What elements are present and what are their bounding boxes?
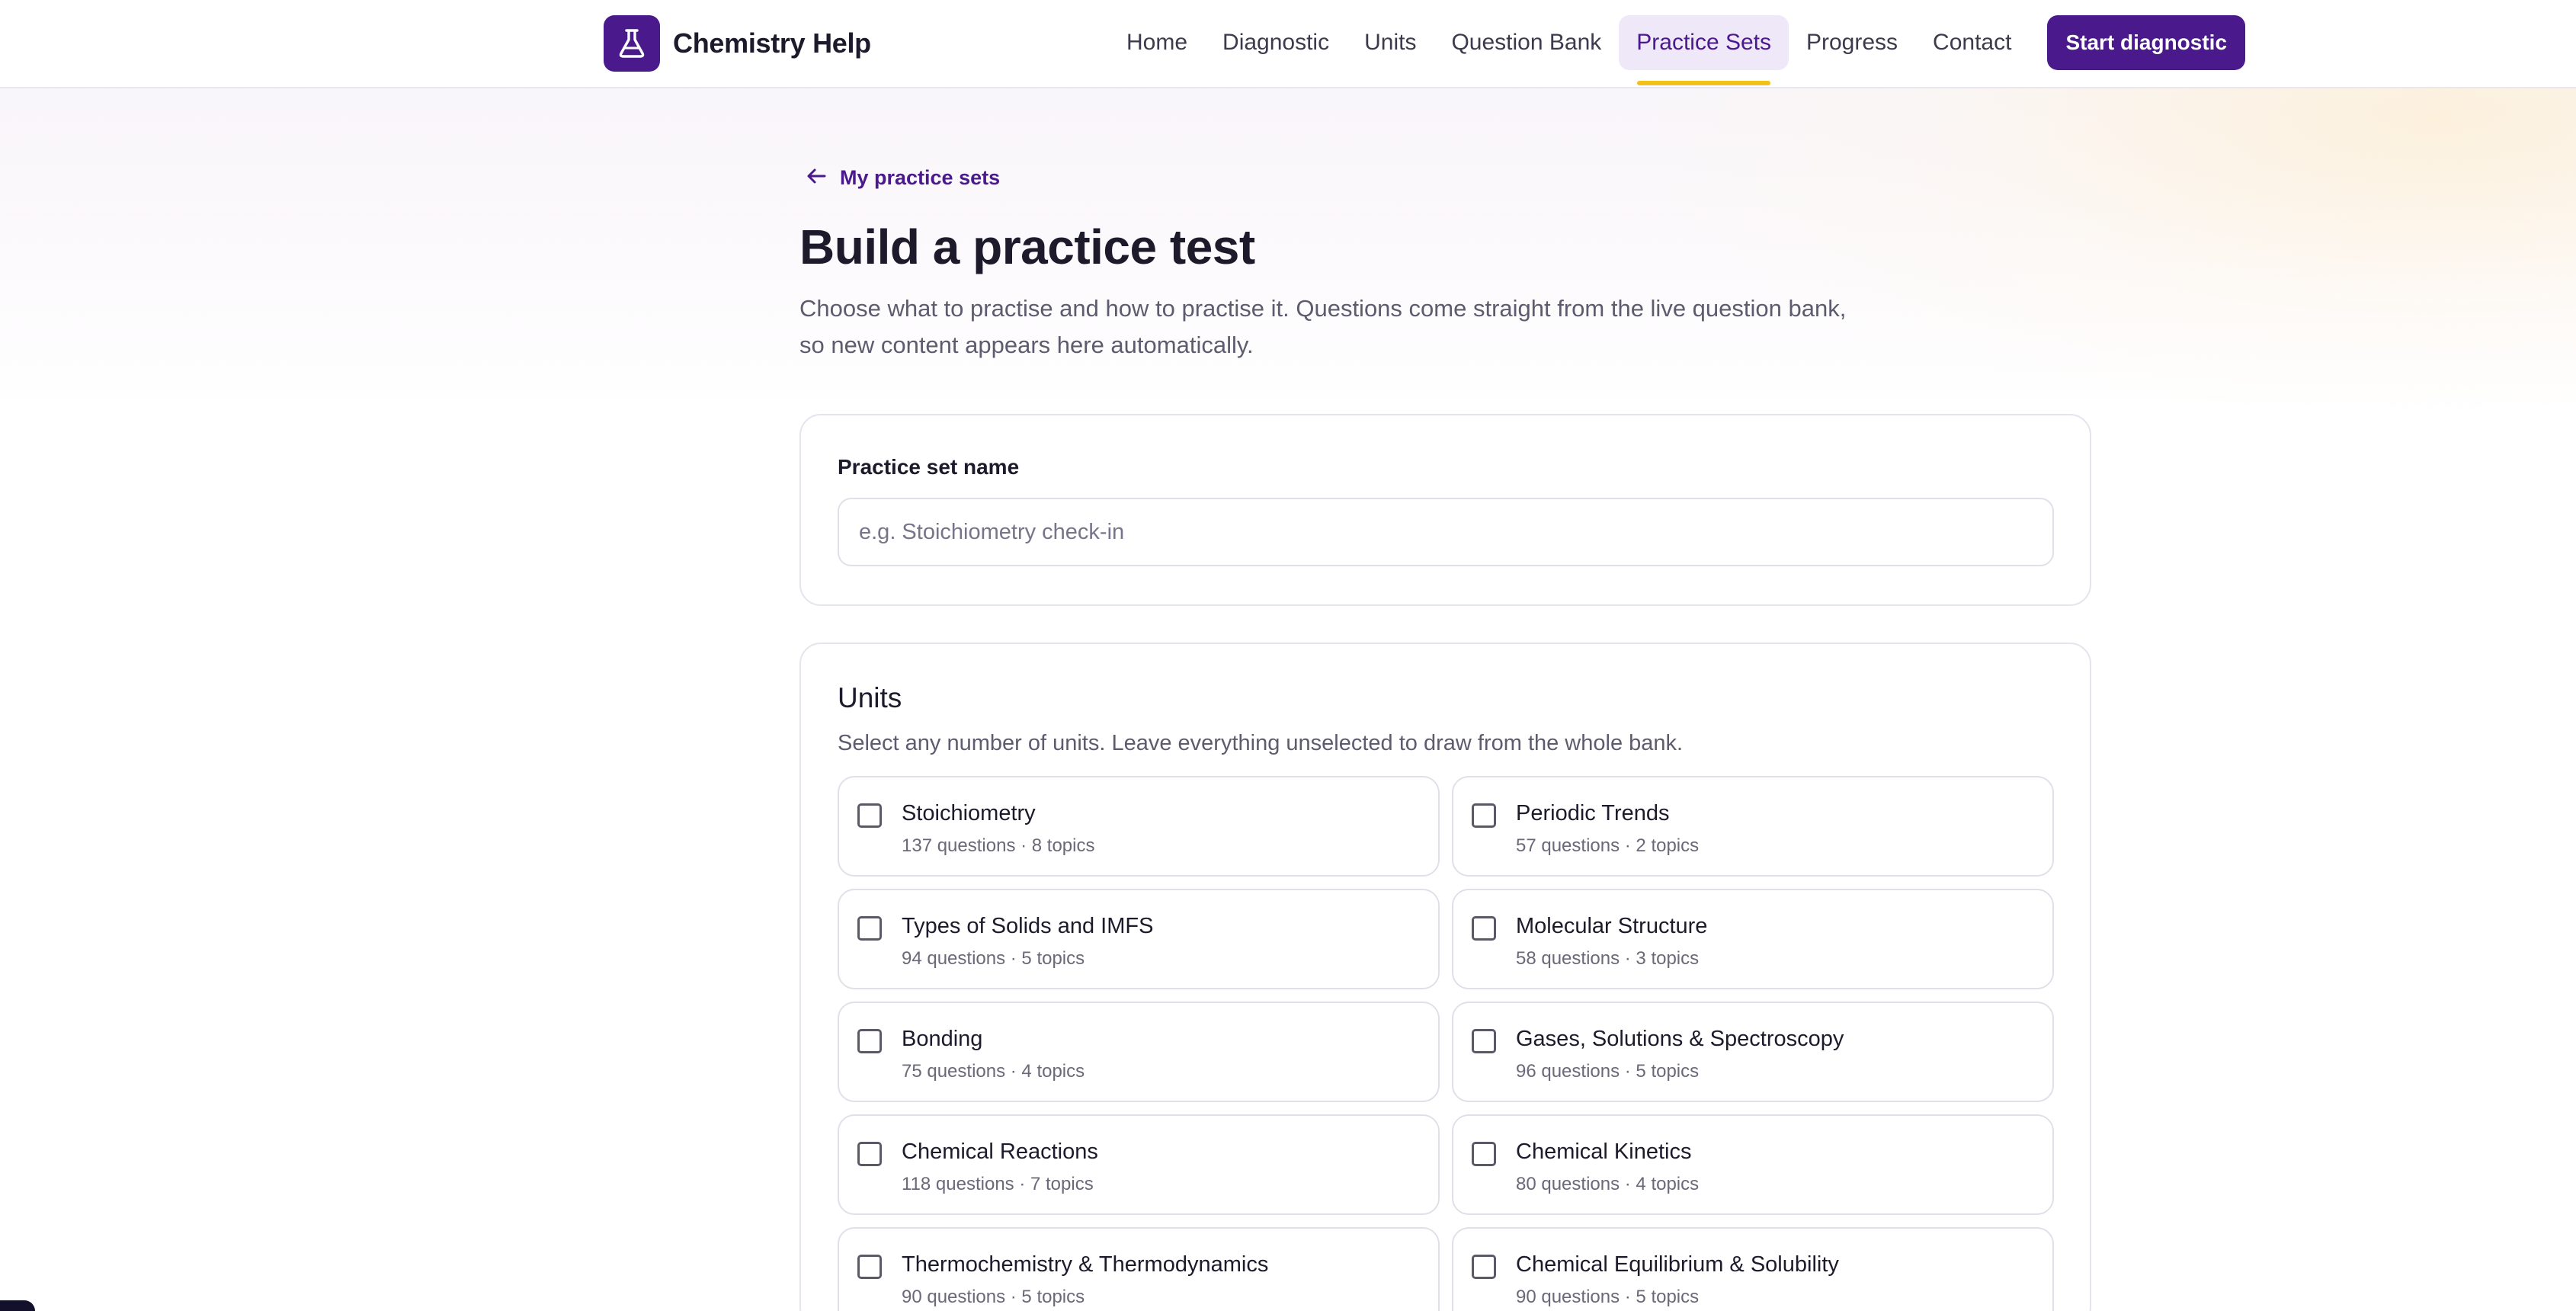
- practice-set-name-label: Practice set name: [838, 455, 1020, 479]
- unit-meta: 58 questions · 3 topics: [1516, 948, 1700, 969]
- unit-name: Periodic Trends: [1516, 801, 1670, 825]
- nav-home[interactable]: Home: [1109, 15, 1205, 70]
- unit-name: Gases, Solutions & Spectroscopy: [1516, 1027, 1844, 1051]
- arrow-left-icon: [806, 166, 840, 190]
- unit-option-types-of-solids[interactable]: Types of Solids and IMFS 94 questions · …: [838, 889, 1440, 989]
- practice-set-name-card: Practice set name: [799, 414, 2091, 606]
- unit-option-chemical-equilibrium[interactable]: Chemical Equilibrium & Solubility 90 que…: [1452, 1227, 2054, 1311]
- nav-progress[interactable]: Progress: [1789, 15, 1915, 70]
- units-subtitle: Select any number of units. Leave everyt…: [838, 731, 1684, 755]
- unit-option-chemical-reactions[interactable]: Chemical Reactions 118 questions · 7 top…: [838, 1114, 1440, 1215]
- unit-checkbox[interactable]: [857, 1029, 882, 1053]
- unit-option-bonding[interactable]: Bonding 75 questions · 4 topics: [838, 1002, 1440, 1102]
- brand-name: Chemistry Help: [673, 27, 871, 59]
- unit-meta: 90 questions · 5 topics: [902, 1287, 1085, 1307]
- unit-grid: Stoichiometry 137 questions · 8 topics P…: [838, 776, 2054, 1311]
- unit-name: Thermochemistry & Thermodynamics: [902, 1252, 1269, 1277]
- unit-name: Chemical Kinetics: [1516, 1140, 1692, 1164]
- unit-name: Types of Solids and IMFS: [902, 914, 1154, 938]
- unit-name: Stoichiometry: [902, 801, 1036, 825]
- unit-meta: 75 questions · 4 topics: [902, 1061, 1085, 1082]
- unit-option-chemical-kinetics[interactable]: Chemical Kinetics 80 questions · 4 topic…: [1452, 1114, 2054, 1215]
- unit-meta: 118 questions · 7 topics: [902, 1174, 1094, 1194]
- unit-checkbox[interactable]: [1472, 1142, 1496, 1166]
- nav-units[interactable]: Units: [1347, 15, 1434, 70]
- nav-practice-sets[interactable]: Practice Sets: [1619, 15, 1789, 85]
- units-title: Units: [838, 682, 902, 713]
- unit-meta: 94 questions · 5 topics: [902, 948, 1085, 969]
- nav-contact[interactable]: Contact: [1915, 15, 2029, 70]
- unit-name: Chemical Equilibrium & Solubility: [1516, 1252, 1839, 1277]
- unit-checkbox[interactable]: [857, 916, 882, 941]
- flask-icon: [604, 15, 660, 72]
- unit-option-periodic-trends[interactable]: Periodic Trends 57 questions · 2 topics: [1452, 776, 2054, 877]
- unit-name: Molecular Structure: [1516, 914, 1708, 938]
- nav-question-bank[interactable]: Question Bank: [1434, 15, 1619, 70]
- unit-checkbox[interactable]: [1472, 1029, 1496, 1053]
- unit-option-molecular-structure[interactable]: Molecular Structure 58 questions · 3 top…: [1452, 889, 2054, 989]
- page-corner-decoration: [0, 1300, 35, 1311]
- unit-option-stoichiometry[interactable]: Stoichiometry 137 questions · 8 topics: [838, 776, 1440, 877]
- unit-meta: 96 questions · 5 topics: [1516, 1061, 1700, 1082]
- back-to-practice-sets-link[interactable]: My practice sets: [806, 156, 2091, 199]
- start-diagnostic-button[interactable]: Start diagnostic: [2047, 15, 2246, 70]
- units-card: Units Select any number of units. Leave …: [799, 643, 2091, 1311]
- unit-checkbox[interactable]: [1472, 803, 1496, 828]
- unit-checkbox[interactable]: [1472, 916, 1496, 941]
- unit-checkbox[interactable]: [857, 1255, 882, 1279]
- unit-checkbox[interactable]: [1472, 1255, 1496, 1279]
- page-title: Build a practice test: [799, 220, 1255, 274]
- unit-name: Bonding: [902, 1027, 983, 1051]
- unit-meta: 90 questions · 5 topics: [1516, 1287, 1700, 1307]
- unit-meta: 80 questions · 4 topics: [1516, 1174, 1700, 1194]
- back-link-label: My practice sets: [840, 165, 1001, 189]
- brand-link[interactable]: Chemistry Help: [604, 15, 871, 72]
- unit-option-thermochemistry[interactable]: Thermochemistry & Thermodynamics 90 ques…: [838, 1227, 1440, 1311]
- unit-checkbox[interactable]: [857, 803, 882, 828]
- top-navigation-bar: Chemistry Help Home Diagnostic Units Que…: [0, 0, 2576, 88]
- unit-checkbox[interactable]: [857, 1142, 882, 1166]
- nav-diagnostic[interactable]: Diagnostic: [1205, 15, 1347, 70]
- main-content: My practice sets Build a practice test C…: [799, 156, 2091, 1311]
- unit-meta: 57 questions · 2 topics: [1516, 835, 1700, 856]
- unit-name: Chemical Reactions: [902, 1140, 1098, 1164]
- main-nav: Home Diagnostic Units Question Bank Prac…: [1109, 15, 2246, 85]
- page-subtitle: Choose what to practise and how to pract…: [799, 295, 1847, 358]
- practice-set-name-input[interactable]: [838, 498, 2054, 566]
- unit-meta: 137 questions · 8 topics: [902, 835, 1095, 856]
- unit-option-gases-solutions[interactable]: Gases, Solutions & Spectroscopy 96 quest…: [1452, 1002, 2054, 1102]
